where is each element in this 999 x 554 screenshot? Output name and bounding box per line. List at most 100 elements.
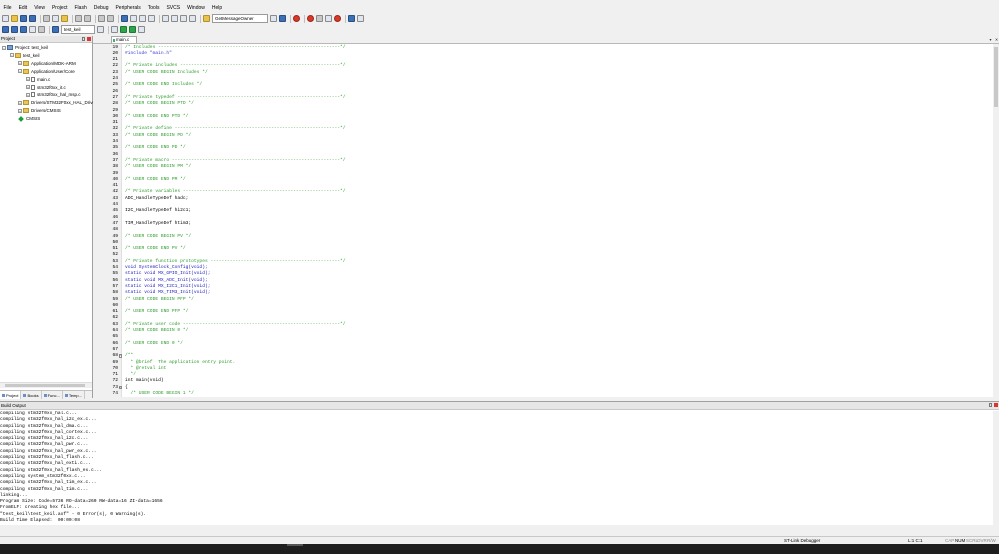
menu-item-file[interactable]: File	[0, 4, 15, 13]
bookmark-icon[interactable]	[121, 15, 128, 22]
find-in-files-icon[interactable]	[203, 15, 210, 22]
uncomment-icon[interactable]	[189, 15, 196, 22]
build-output-scrollbar[interactable]	[993, 411, 999, 525]
menu-item-tools[interactable]: Tools	[144, 4, 163, 13]
clear-breakpoints-icon[interactable]	[325, 15, 332, 22]
close-icon[interactable]	[87, 37, 91, 41]
taskbar-indicator	[287, 544, 303, 546]
expand-icon[interactable]: +	[26, 77, 30, 82]
tree-item[interactable]: − Application/User/Core	[18, 68, 75, 75]
save-all-icon[interactable]	[29, 15, 36, 22]
prev-bookmark-icon[interactable]	[130, 15, 137, 22]
collapse-icon[interactable]: −	[2, 45, 6, 50]
save-icon[interactable]	[20, 15, 27, 22]
nav-forward-icon[interactable]	[107, 15, 114, 22]
pack-installer-icon[interactable]	[129, 26, 136, 33]
new-file-icon[interactable]	[2, 15, 9, 22]
stop-build-icon[interactable]	[38, 26, 45, 33]
tree-item[interactable]: + main.c	[26, 76, 50, 83]
configure-icon[interactable]	[357, 15, 364, 22]
breakpoint-icon[interactable]	[307, 15, 314, 22]
kill-breakpoints-icon[interactable]	[334, 15, 341, 22]
redo-icon[interactable]	[84, 15, 91, 22]
clear-bookmarks-icon[interactable]	[148, 15, 155, 22]
undo-icon[interactable]	[75, 15, 82, 22]
build-output-header: Build Output	[0, 402, 999, 410]
menu-item-debug[interactable]: Debug	[90, 4, 112, 13]
tree-item-label: Drivers/CMSIS	[31, 108, 61, 114]
status-debugger: ST-Link Debugger	[784, 538, 821, 543]
tree-item[interactable]: − test_keil	[10, 52, 40, 59]
fold-toggle-icon[interactable]: −	[118, 385, 122, 390]
expand-icon[interactable]: +	[18, 108, 22, 113]
unindent-icon[interactable]	[171, 15, 178, 22]
disable-breakpoint-icon[interactable]	[316, 15, 323, 22]
function-combo[interactable]: GetMessageOwner	[212, 14, 268, 23]
scrollbar-thumb[interactable]	[994, 47, 998, 107]
tab-func[interactable]: Func...	[42, 391, 63, 399]
menu-item-svcs[interactable]: SVCS	[163, 4, 184, 13]
code-editor[interactable]: 19/* Includes --------------------------…	[93, 44, 993, 397]
collapse-icon[interactable]: −	[10, 53, 14, 58]
build-icon[interactable]	[11, 26, 18, 33]
file-extensions-icon[interactable]	[111, 26, 118, 33]
fold-toggle-icon[interactable]: −	[118, 354, 122, 358]
rebuild-icon[interactable]	[20, 26, 27, 33]
tab-books[interactable]: Books	[21, 391, 42, 399]
target-combo[interactable]: test_keil	[61, 25, 95, 34]
cut-icon[interactable]	[43, 15, 50, 22]
tab-icon	[23, 393, 27, 397]
menu-item-flash[interactable]: Flash	[71, 4, 90, 13]
manage-run-time-icon[interactable]	[120, 26, 127, 33]
window-layout-icon[interactable]	[348, 15, 355, 22]
nav-back-icon[interactable]	[98, 15, 105, 22]
expand-icon[interactable]: +	[18, 61, 22, 66]
comment-icon[interactable]	[180, 15, 187, 22]
close-icon[interactable]	[994, 403, 998, 407]
paste-icon[interactable]	[61, 15, 68, 22]
menu-item-project[interactable]: Project	[48, 4, 71, 13]
tree-item[interactable]: CMSIS	[18, 115, 40, 122]
tree-item[interactable]: + stm32f0xx_hal_msp.c	[26, 91, 81, 98]
tree-item[interactable]: − Project: test_keil	[2, 44, 48, 51]
open-file-icon[interactable]	[11, 15, 18, 22]
tree-horizontal-scrollbar[interactable]	[0, 382, 92, 388]
menu-item-edit[interactable]: Edit	[15, 4, 31, 13]
find-icon[interactable]	[270, 15, 277, 22]
expand-icon[interactable]: +	[26, 92, 30, 97]
pin-icon[interactable]	[82, 37, 85, 41]
menu-item-view[interactable]: View	[31, 4, 49, 13]
tab-label: Project	[6, 392, 19, 398]
menu-item-help[interactable]: Help	[208, 4, 225, 13]
tab-label: Books	[27, 392, 39, 398]
tab-main-c[interactable]: main.c	[111, 36, 137, 43]
tree-item[interactable]: + Drivers/CMSIS	[18, 107, 61, 114]
indent-icon[interactable]	[162, 15, 169, 22]
close-editor-icon[interactable]: ✕	[994, 37, 999, 42]
next-bookmark-icon[interactable]	[139, 15, 146, 22]
download-icon[interactable]	[52, 26, 59, 33]
tab-temp[interactable]: Temp...	[63, 391, 85, 399]
pin-icon[interactable]	[989, 403, 992, 407]
target-options-icon[interactable]	[97, 26, 104, 33]
tree-item[interactable]: + stm32f0xx_it.c	[26, 84, 66, 91]
tree-item[interactable]: + Application/MDK-ARM	[18, 60, 76, 67]
build-output-text[interactable]: compiling stm32f0xx_hal.c... compiling st…	[0, 411, 990, 525]
expand-icon[interactable]: +	[18, 100, 22, 105]
tab-project[interactable]: Project	[0, 391, 22, 399]
separator	[304, 14, 305, 23]
batch-build-icon[interactable]	[29, 26, 36, 33]
chevron-down-icon[interactable]: ▾	[988, 37, 993, 42]
copy-icon[interactable]	[52, 15, 59, 22]
scrollbar-thumb[interactable]	[5, 384, 85, 387]
editor-vertical-scrollbar[interactable]	[993, 44, 999, 397]
translate-icon[interactable]	[2, 26, 9, 33]
debug-start-icon[interactable]	[293, 15, 300, 22]
collapse-icon[interactable]: −	[18, 69, 22, 74]
menu-item-peripherals[interactable]: Peripherals	[112, 4, 144, 13]
expand-icon[interactable]: +	[26, 85, 30, 89]
tree-item[interactable]: + Drivers/STM32F0xx_HAL_Driver	[18, 99, 97, 106]
select-packs-icon[interactable]	[138, 26, 145, 33]
incremental-find-icon[interactable]	[279, 15, 286, 22]
menu-item-window[interactable]: Window	[184, 4, 209, 13]
